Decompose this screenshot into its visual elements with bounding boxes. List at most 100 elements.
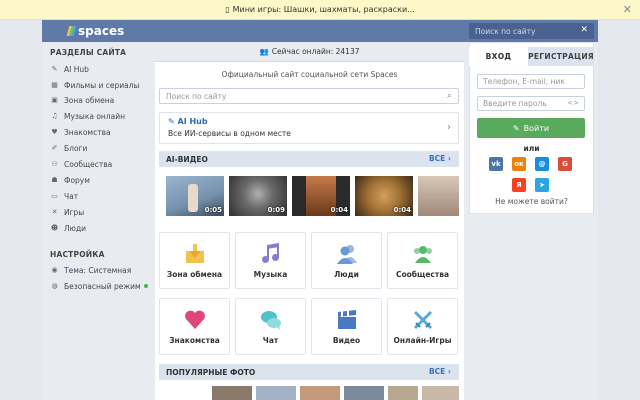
sidebar-item-music[interactable]: ♫ Музыка онлайн [50,110,125,122]
sidebar-item-label: Игры [64,207,85,217]
sidebar-item-communities[interactable]: ⚇ Сообщества [50,158,112,170]
video-duration: 0:04 [330,206,348,214]
sidebar-item-label: Зона обмена [64,95,115,105]
header-search-placeholder: Поиск по сайту [475,26,536,36]
photo-thumb[interactable] [300,386,340,400]
or-label: или [523,144,540,153]
video-duration: 0:05 [204,206,222,214]
online-counter: 👥 Сейчас онлайн: 24137 [155,42,464,62]
tile-chat[interactable]: Чат [235,298,306,355]
tile-games[interactable]: Онлайн-Игры [387,298,458,355]
status-dot-icon [143,284,148,288]
password-field[interactable]: Введите пароль <> [477,96,585,111]
login-field[interactable]: Телефон, E-mail, ник [477,74,585,89]
video-duration: 0:04 [393,206,411,214]
game-icon: ▯ [225,5,230,14]
login-button[interactable]: ✎ Войти [477,118,585,138]
password-placeholder: Введите пароль [483,99,547,108]
close-icon[interactable]: ✕ [623,3,632,16]
chevron-right-icon: › [447,122,451,133]
sidebar-item-blogs[interactable]: ✐ Блоги [50,142,88,154]
sidebar-item-label: Люди [64,223,87,233]
ai-video-all-link[interactable]: ВСЕ › [429,154,451,163]
heart-icon: ♥ [51,128,58,136]
safe-mode-icon: ◍ [51,282,58,290]
sidebar: РАЗДЕЛЫ САЙТА ✎ AI Hub ▦ Фильмы и сериалы … [42,42,152,400]
mail-ru-icon[interactable]: @ [535,157,549,171]
tile-people[interactable]: Люди [311,232,382,289]
auth-tabs: ВХОД РЕГИСТРАЦИЯ [469,47,594,66]
official-caption: Официальный сайт социальной сети Spaces [221,70,398,79]
video-thumb[interactable] [418,176,459,216]
sidebar-item-label: Сообщества [64,159,113,169]
pencil-icon: ✐ [51,144,58,152]
video-thumb[interactable]: 0:05 [166,176,224,216]
tile-exchange[interactable]: Зона обмена [159,232,230,289]
sidebar-item-exchange[interactable]: ▣ Зона обмена [50,94,114,106]
main-search-placeholder: Поиск по сайту [166,91,227,101]
logo[interactable]: spaces [66,22,125,40]
sidebar-item-films[interactable]: ▦ Фильмы и сериалы [50,79,139,91]
key-icon: ✎ [512,123,520,133]
odnoklassniki-icon[interactable]: ок [512,157,526,171]
photo-thumb[interactable] [212,386,252,400]
sidebar-item-label: Музыка онлайн [64,111,125,121]
tile-video[interactable]: Видео [311,298,382,355]
tile-dating[interactable]: Знакомства [159,298,230,355]
sidebar-item-games[interactable]: ✕ Игры [50,206,85,218]
photo-thumb[interactable] [422,386,459,400]
photo-thumb[interactable] [344,386,384,400]
tab-register[interactable]: РЕГИСТРАЦИЯ [528,47,594,66]
forgot-link[interactable]: Не можете войти? [469,197,594,206]
people-icon: ☻ [50,224,59,232]
google-icon[interactable]: G [558,157,572,171]
music-icon: ♫ [51,112,58,120]
photo-thumb[interactable] [388,386,418,400]
sidebar-item-theme[interactable]: ◉ Тема: Системная [50,264,131,276]
tile-music[interactable]: Музыка [235,232,306,289]
logo-text: spaces [78,24,125,38]
video-thumb[interactable]: 0:04 [292,176,350,216]
photo-thumb[interactable] [256,386,296,400]
tile-label: Видео [332,336,361,345]
header-search-input[interactable]: Поиск по сайту ✕ [469,23,594,39]
show-password-icon[interactable]: <> [567,99,579,107]
tile-label: Зона обмена [166,270,223,279]
online-text: Сейчас онлайн: 24137 [271,47,360,56]
forum-icon: ☗ [51,176,58,184]
main-search-input[interactable]: Поиск по сайту ⌕ [159,88,459,104]
sidebar-item-ai-hub[interactable]: ✎ AI Hub [50,63,89,75]
ai-video-header: AI-ВИДЕО ВСЕ › [159,151,459,167]
top-banner[interactable]: ▯ Мини игры: Шашки, шахматы, раскраски..… [0,0,640,20]
sidebar-item-safe-mode[interactable]: ◍ Безопасный режим [50,280,148,292]
chat-icon: ▭ [51,192,58,200]
video-thumb[interactable]: 0:09 [229,176,287,216]
tab-login[interactable]: ВХОД [469,47,529,66]
telegram-icon[interactable]: ➤ [535,178,549,192]
film-icon: ▦ [51,81,58,89]
tile-label: Сообщества [395,270,450,279]
sidebar-item-dating[interactable]: ♥ Знакомства [50,126,110,138]
aihub-card[interactable]: ✎ AI Hub Все ИИ-сервисы в одном месте › [159,112,459,144]
sidebar-item-label: AI Hub [64,64,89,74]
search-clear-icon[interactable]: ✕ [580,25,588,35]
aihub-title: AI Hub [177,117,208,126]
users-icon: 👥 [259,47,269,56]
yandex-icon[interactable]: Я [512,178,526,192]
sidebar-item-forum[interactable]: ☗ Форум [50,174,90,186]
sidebar-item-people[interactable]: ☻ Люди [50,222,86,234]
video-thumb[interactable]: 0:04 [355,176,413,216]
login-placeholder: Телефон, E-mail, ник [483,77,565,86]
wand-icon: ✎ [168,117,178,126]
popular-photos-all-link[interactable]: ВСЕ › [429,367,451,376]
tile-communities[interactable]: Сообщества [387,232,458,289]
vk-icon[interactable]: vk [489,157,503,171]
chat-bubbles-icon [260,309,282,331]
swords-icon [412,309,434,331]
sidebar-item-chat[interactable]: ▭ Чат [50,190,78,202]
people-icon [336,243,358,265]
tile-label: Люди [334,270,359,279]
section-title: AI-ВИДЕО [166,154,208,164]
banner-text: Мини игры: Шашки, шахматы, раскраски... [232,5,415,14]
search-icon[interactable]: ⌕ [447,91,452,101]
